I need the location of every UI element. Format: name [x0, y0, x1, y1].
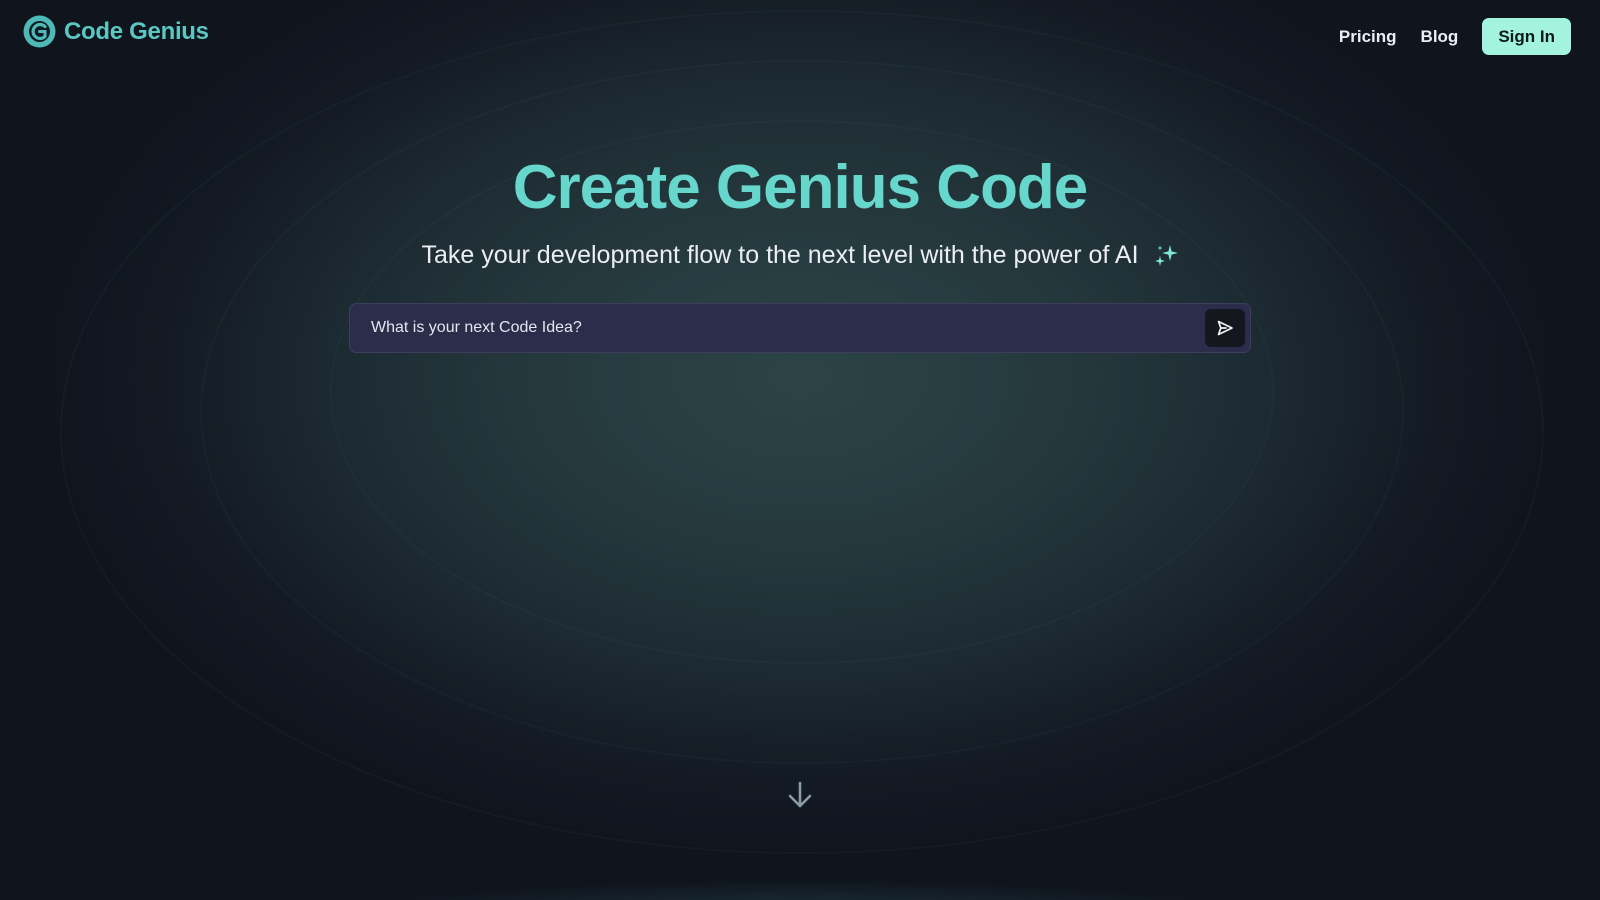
- nav-link-blog[interactable]: Blog: [1421, 27, 1459, 47]
- brand-name: Code Genius: [64, 17, 209, 45]
- sign-in-button[interactable]: Sign In: [1482, 18, 1571, 55]
- arrow-down-icon[interactable]: [786, 780, 814, 810]
- send-button[interactable]: [1205, 309, 1245, 347]
- hero-subtitle: Take your development flow to the next l…: [0, 241, 1600, 270]
- code-idea-input[interactable]: [350, 318, 1205, 338]
- sparkles-icon: [1154, 244, 1178, 266]
- background-swirl: [60, 10, 1544, 854]
- bottom-glow: [120, 850, 1480, 900]
- site-header: Code Genius Pricing Blog Sign In: [0, 0, 1600, 70]
- send-icon: [1217, 320, 1233, 336]
- hero-title: Create Genius Code: [512, 153, 1089, 222]
- prompt-bar: [349, 303, 1251, 353]
- code-genius-logo-icon: [23, 15, 56, 48]
- main-nav: Pricing Blog Sign In: [1339, 18, 1571, 55]
- landing-page: Code Genius Pricing Blog Sign In Create …: [0, 0, 1600, 900]
- hero-subtitle-text: Take your development flow to the next l…: [421, 241, 1139, 269]
- brand-logo-link[interactable]: Code Genius: [23, 15, 209, 48]
- nav-link-pricing[interactable]: Pricing: [1339, 27, 1397, 47]
